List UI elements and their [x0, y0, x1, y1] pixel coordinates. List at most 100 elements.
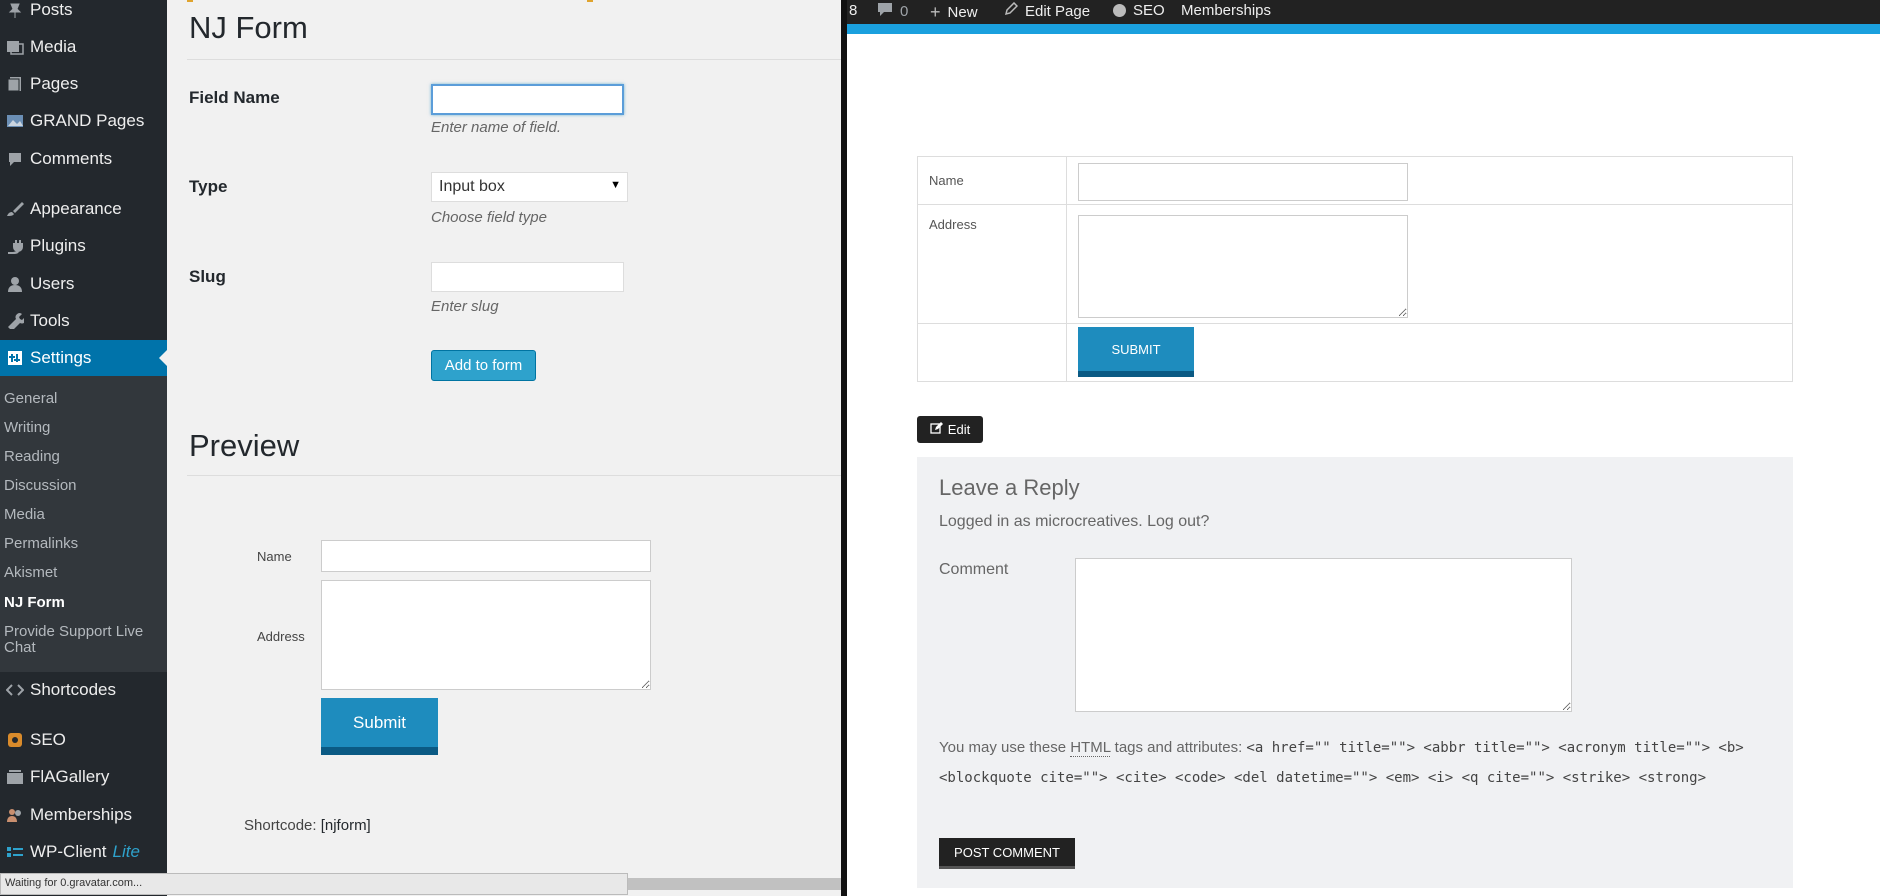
frontend-name-input[interactable]: [1078, 163, 1408, 201]
sidebar-item-label: WP-Client: [30, 842, 107, 861]
admin-content: NJ Form Field Name Enter name of field. …: [167, 0, 841, 896]
horizontal-scrollbar[interactable]: [628, 878, 841, 890]
logged-in-text[interactable]: Logged in as microcreatives. Log out?: [939, 513, 1209, 531]
sidebar-item-plugins[interactable]: Plugins: [0, 228, 167, 264]
adminbar-seo[interactable]: SEO: [1113, 2, 1165, 19]
sidebar-item-label: Tools: [30, 311, 70, 330]
frontend-address-textarea[interactable]: [1078, 215, 1408, 318]
sidebar-item-shortcodes[interactable]: Shortcodes: [0, 672, 167, 708]
comment-textarea[interactable]: [1075, 558, 1572, 712]
shortcode-label: Shortcode:: [244, 817, 317, 834]
field-name-label: Field Name: [189, 88, 280, 107]
html-abbr: HTML: [1070, 739, 1111, 757]
submenu-item-akismet[interactable]: Akismet: [4, 565, 57, 581]
sidebar-item-pages[interactable]: Pages: [0, 66, 167, 102]
settings-submenu: General Writing Reading Discussion Media…: [0, 376, 167, 672]
adminbar-new[interactable]: + New: [930, 2, 978, 23]
submenu-item-provide-support-line2[interactable]: Chat: [4, 640, 36, 656]
sidebar-item-appearance[interactable]: Appearance: [0, 191, 167, 227]
admin-panel: Posts Media Pages GRAND Pages Comments A…: [0, 0, 841, 896]
header-accent-strip: [847, 24, 1880, 34]
sidebar-item-users[interactable]: Users: [0, 266, 167, 302]
adminbar-count[interactable]: 8: [849, 2, 857, 19]
field-name-description: Enter name of field.: [431, 119, 562, 136]
table-row-divider: [918, 323, 1792, 324]
pin-icon: [0, 2, 30, 18]
adminbar-count-value: 8: [849, 2, 858, 19]
adminbar-new-label: New: [947, 4, 978, 21]
submenu-item-media[interactable]: Media: [4, 507, 45, 523]
add-to-form-button[interactable]: Add to form: [431, 350, 536, 381]
submenu-item-provide-support[interactable]: Provide Support Live: [4, 624, 143, 640]
sidebar-item-label: Memberships: [30, 805, 133, 824]
adminbar-seo-label: SEO: [1133, 2, 1165, 19]
sidebar-item-label: Plugins: [30, 236, 86, 255]
members-icon: [0, 807, 30, 823]
adminbar-memberships[interactable]: Memberships: [1181, 2, 1271, 19]
client-icon: [0, 845, 30, 859]
type-label: Type: [189, 177, 228, 196]
sidebar-item-label: GRAND Pages: [30, 111, 145, 130]
page-title: NJ Form: [189, 10, 308, 45]
submenu-item-general[interactable]: General: [4, 391, 57, 407]
submenu-item-discussion[interactable]: Discussion: [4, 478, 77, 494]
preview-name-label: Name: [257, 549, 292, 564]
post-comment-button[interactable]: POST COMMENT: [939, 838, 1075, 869]
seo-icon: [0, 732, 30, 748]
shortcode-value: [njform]: [320, 817, 371, 834]
sidebar-item-settings[interactable]: Settings: [0, 340, 167, 376]
sidebar-item-wp-client[interactable]: WP-Client Lite: [0, 834, 167, 870]
wp-admin-bar: 8 0 + New Edit Page SEO Memberships: [847, 0, 1880, 24]
image-icon: [0, 114, 30, 128]
edit-icon: [930, 422, 943, 437]
adminbar-memberships-label: Memberships: [1181, 2, 1272, 19]
adminbar-comments[interactable]: 0: [877, 2, 908, 20]
frontend-name-label: Name: [929, 173, 964, 188]
sidebar-item-media[interactable]: Media: [0, 29, 167, 65]
sidebar-item-label: SEO: [30, 730, 66, 749]
frontend-panel: 8 0 + New Edit Page SEO Memberships Name…: [847, 0, 1880, 896]
slug-input[interactable]: [431, 262, 624, 292]
type-description: Choose field type: [431, 209, 547, 226]
media-icon: [0, 39, 30, 55]
sidebar-item-memberships[interactable]: Memberships: [0, 797, 167, 833]
edit-post-button[interactable]: Edit: [917, 416, 983, 443]
brush-icon: [0, 201, 30, 217]
field-name-input[interactable]: [431, 84, 624, 115]
submenu-item-permalinks[interactable]: Permalinks: [4, 536, 78, 552]
submenu-item-nj-form[interactable]: NJ Form: [4, 595, 65, 611]
type-select-value: Input box: [439, 178, 505, 195]
adminbar-edit-page[interactable]: Edit Page: [1004, 1, 1090, 20]
notice-edge: [587, 0, 593, 2]
sidebar-item-flagallery[interactable]: FlAGallery: [0, 759, 167, 795]
sidebar-item-label: Pages: [30, 74, 79, 93]
comment-label: Comment: [939, 561, 1009, 578]
plus-icon: +: [930, 2, 941, 22]
sidebar-item-comments[interactable]: Comments: [0, 141, 167, 177]
preview-name-input[interactable]: [321, 540, 651, 572]
comment-bubble-icon: [877, 2, 893, 20]
pencil-icon: [1004, 1, 1019, 20]
sidebar-item-tools[interactable]: Tools: [0, 303, 167, 339]
sidebar-item-grand-pages[interactable]: GRAND Pages: [0, 103, 167, 139]
title-divider: [187, 59, 841, 60]
slug-label: Slug: [189, 267, 226, 286]
wrench-icon: [0, 313, 30, 329]
preview-address-textarea[interactable]: [321, 580, 651, 690]
adminbar-comments-count: 0: [900, 2, 909, 20]
submenu-item-writing[interactable]: Writing: [4, 420, 50, 436]
submenu-item-reading[interactable]: Reading: [4, 449, 60, 465]
frontend-submit-button[interactable]: SUBMIT: [1078, 327, 1194, 377]
user-icon: [0, 276, 30, 292]
sidebar-item-posts[interactable]: Posts: [0, 0, 167, 28]
table-row-divider: [918, 204, 1792, 205]
type-select[interactable]: Input box ▼: [431, 172, 628, 202]
dropdown-arrow-icon: ▼: [610, 179, 621, 191]
sidebar-item-label: Media: [30, 37, 77, 56]
settings-icon: [0, 350, 30, 366]
gallery-icon: [0, 769, 30, 785]
shortcode-line: Shortcode: [njform]: [244, 817, 371, 834]
preview-submit-button[interactable]: Submit: [321, 698, 438, 755]
sidebar-item-seo[interactable]: SEO: [0, 722, 167, 758]
allowed-mid: tags and attributes:: [1114, 739, 1243, 756]
